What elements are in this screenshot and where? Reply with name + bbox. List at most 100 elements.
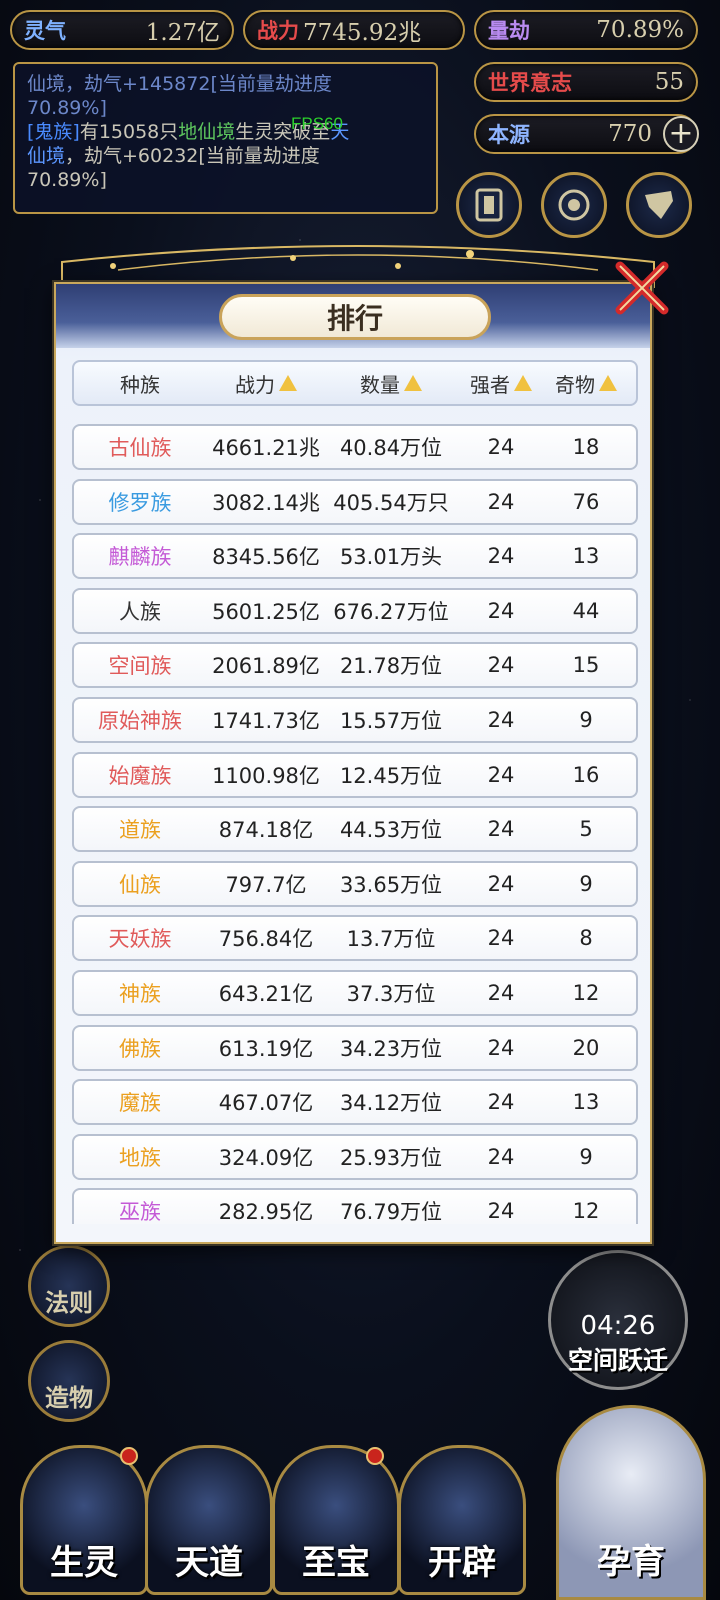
header-strong[interactable]: 强者 <box>456 369 546 398</box>
log-line-5: 70.89%] <box>27 169 107 191</box>
table-row[interactable]: 地族 324.09亿 25.93万位 24 9 <box>72 1133 638 1180</box>
timer-time: 04:26 <box>580 1311 656 1341</box>
items-value: 20 <box>572 1035 600 1060</box>
table-row[interactable]: 魔族 467.07亿 34.12万位 24 13 <box>72 1079 638 1126</box>
nav-label: 至宝 <box>302 1543 370 1583</box>
shijie-value: 55 <box>654 69 684 95</box>
power-value: 1741.73亿 <box>212 708 320 733</box>
table-row[interactable]: 道族 874.18亿 44.53万位 24 5 <box>72 806 638 853</box>
strong-value: 24 <box>487 544 515 569</box>
table-row[interactable]: 巫族 282.95亿 76.79万位 24 12 <box>72 1188 638 1224</box>
strong-value: 24 <box>487 1144 515 1169</box>
header-label: 种族 <box>120 372 160 397</box>
header-race: 种族 <box>74 369 206 398</box>
zhanli-bar[interactable]: 战力 7745.92兆 <box>243 10 465 50</box>
side-label: 法则 <box>45 1288 93 1317</box>
race-name: 修罗族 <box>108 490 172 515</box>
vortex-icon <box>558 189 590 221</box>
race-name: 魔族 <box>119 1091 161 1116</box>
log-line-4: 仙境，劫气+60232[当前量劫进度 <box>27 144 424 168</box>
yunyu-button[interactable]: 孕育 <box>556 1405 706 1600</box>
nav-kaipi[interactable]: 开辟 <box>398 1445 526 1595</box>
table-row[interactable]: 古仙族 4661.21兆 40.84万位 24 18 <box>72 424 638 470</box>
power-value: 1100.98亿 <box>212 763 320 788</box>
liangjie-value: 70.89% <box>596 17 684 43</box>
header-power[interactable]: 战力 <box>206 369 326 398</box>
table-row[interactable]: 空间族 2061.89亿 21.78万位 24 15 <box>72 642 638 689</box>
strong-value: 24 <box>487 1090 515 1115</box>
items-value: 44 <box>572 598 600 623</box>
add-benyuan-button[interactable]: + <box>663 116 699 152</box>
strong-value: 24 <box>487 871 515 896</box>
shijie-bar[interactable]: 世界意志 55 <box>474 62 698 102</box>
card-button[interactable] <box>456 172 522 238</box>
count-value: 53.01万头 <box>339 545 443 570</box>
log-text: ，劫气+60232[当前量劫进度 <box>65 145 320 167</box>
scroll-button[interactable] <box>626 172 692 238</box>
nav-tiandao[interactable]: 天道 <box>145 1445 273 1595</box>
race-name: 人族 <box>119 599 161 624</box>
strong-value: 24 <box>487 489 515 514</box>
strong-value: 24 <box>487 926 515 951</box>
scroll-icon <box>645 191 673 219</box>
table-row[interactable]: 人族 5601.25亿 676.27万位 24 44 <box>72 587 638 634</box>
space-jump-timer[interactable]: 04:26 空间跃迁 <box>548 1250 688 1390</box>
liangjie-bar[interactable]: 量劫 70.89% <box>474 10 698 50</box>
count-value: 13.7万位 <box>346 927 436 952</box>
table-row[interactable]: 天妖族 756.84亿 13.7万位 24 8 <box>72 915 638 962</box>
lingqi-bar[interactable]: 灵气 1.27亿 <box>10 10 234 50</box>
nav-label: 开辟 <box>428 1543 496 1583</box>
items-value: 9 <box>579 1144 593 1169</box>
strong-value: 24 <box>487 762 515 787</box>
header-count[interactable]: 数量 <box>326 369 456 398</box>
side-button-zaowu[interactable]: 造物 <box>28 1340 110 1422</box>
race-name: 道族 <box>119 818 161 843</box>
table-row[interactable]: 修罗族 3082.14兆 405.54万只 24 76 <box>72 478 638 525</box>
sort-arrow-icon[interactable] <box>514 375 532 391</box>
log-realm-to: 仙境 <box>27 145 66 167</box>
table-row[interactable]: 佛族 613.19亿 34.23万位 24 20 <box>72 1024 638 1071</box>
strong-value: 24 <box>487 598 515 623</box>
lingqi-label: 灵气 <box>24 18 66 43</box>
count-value: 15.57万位 <box>339 708 443 733</box>
modal-title: 排行 <box>219 294 491 340</box>
table-row[interactable]: 麒麟族 8345.56亿 53.01万头 24 13 <box>72 533 638 580</box>
strong-value: 24 <box>487 1035 515 1060</box>
race-name: 空间族 <box>108 654 172 679</box>
count-value: 76.79万位 <box>339 1200 443 1224</box>
close-icon[interactable] <box>612 260 672 320</box>
shijie-label: 世界意志 <box>488 70 572 95</box>
power-value: 874.18亿 <box>218 818 314 843</box>
power-value: 797.7亿 <box>225 872 307 897</box>
sort-arrow-icon[interactable] <box>599 375 617 391</box>
nav-shengling[interactable]: 生灵 <box>20 1445 148 1595</box>
table-row[interactable]: 仙族 797.7亿 33.65万位 24 9 <box>72 860 638 907</box>
side-button-faze[interactable]: 法则 <box>28 1245 110 1327</box>
sort-arrow-icon[interactable] <box>279 375 297 391</box>
sort-arrow-icon[interactable] <box>404 375 422 391</box>
count-value: 33.65万位 <box>339 872 443 897</box>
log-line-3: [鬼族]有15058只地仙境生灵突破至天 <box>27 120 424 144</box>
race-name: 原始神族 <box>98 708 182 733</box>
count-value: 44.53万位 <box>339 818 443 843</box>
table-row[interactable]: 始魔族 1100.98亿 12.45万位 24 16 <box>72 751 638 798</box>
items-value: 13 <box>572 1090 600 1115</box>
card-icon <box>475 188 503 222</box>
notification-dot <box>120 1447 138 1465</box>
header-label: 数量 <box>360 372 400 397</box>
table-row[interactable]: 原始神族 1741.73亿 15.57万位 24 9 <box>72 696 638 743</box>
ranking-list[interactable]: 古仙族 4661.21兆 40.84万位 24 18 修罗族 3082.14兆 405.54万… <box>70 424 640 1224</box>
count-value: 34.12万位 <box>339 1091 443 1116</box>
race-name: 神族 <box>119 981 161 1006</box>
items-value: 9 <box>579 871 593 896</box>
power-value: 282.95亿 <box>218 1200 314 1224</box>
count-value: 37.3万位 <box>346 981 436 1006</box>
power-value: 756.84亿 <box>218 927 314 952</box>
portal-button[interactable] <box>541 172 607 238</box>
nav-zhibao[interactable]: 至宝 <box>272 1445 400 1595</box>
count-value: 676.27万位 <box>333 599 449 624</box>
table-row[interactable]: 神族 643.21亿 37.3万位 24 12 <box>72 969 638 1016</box>
header-items[interactable]: 奇物 <box>546 369 626 398</box>
ranking-table-header: 种族 战力 数量 强者 奇物 <box>72 360 638 406</box>
strong-value: 24 <box>487 1199 515 1224</box>
